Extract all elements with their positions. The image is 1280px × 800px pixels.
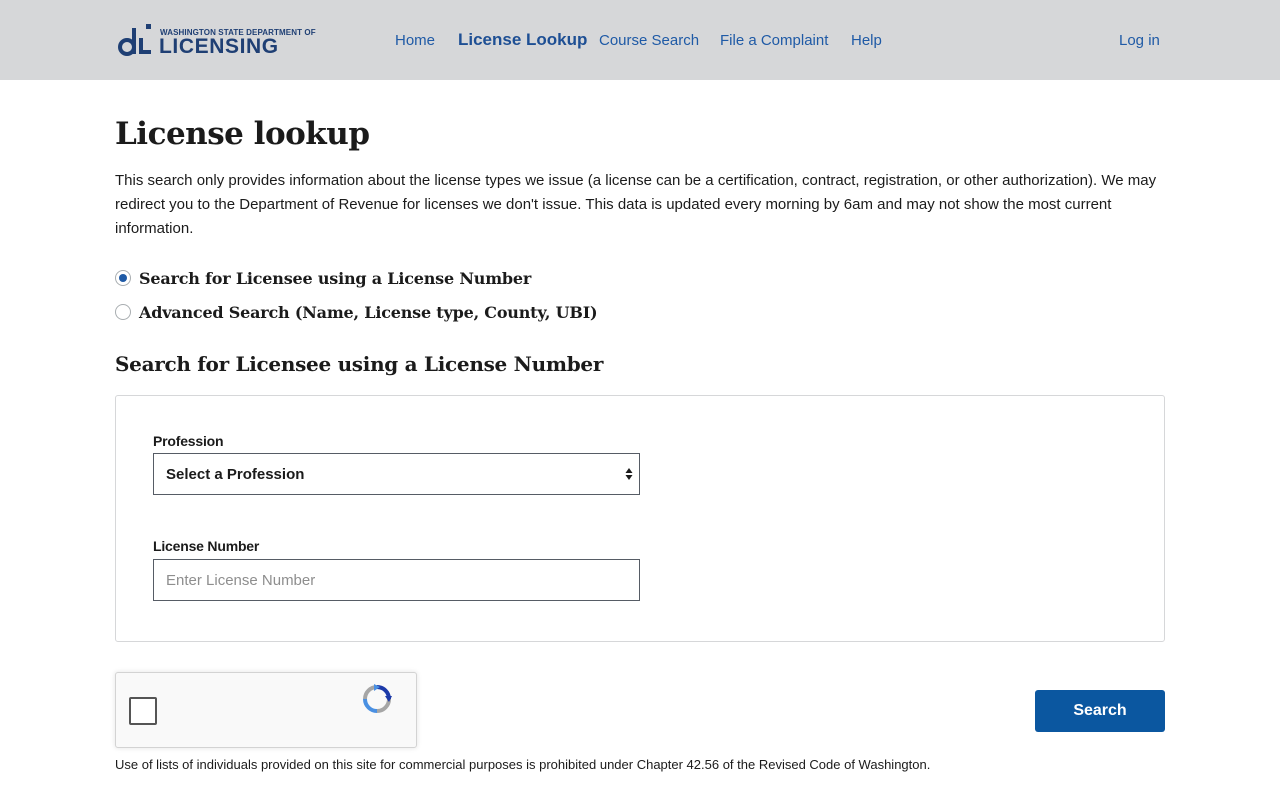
recaptcha-widget	[115, 672, 417, 748]
nav-complaint-wrap: File a Complaint	[720, 0, 828, 80]
radio-label-license-number: Search for Licensee using a License Numb…	[139, 268, 532, 288]
nav-license-lookup[interactable]: License Lookup	[458, 30, 587, 50]
nav-help[interactable]: Help	[851, 32, 882, 49]
nav-home[interactable]: Home	[395, 32, 435, 49]
profession-select-value: Select a Profession	[166, 466, 305, 483]
dol-logo[interactable]: WASHINGTON STATE DEPARTMENT OF LICENSING	[118, 22, 316, 58]
dol-logo-icon	[118, 24, 151, 56]
login-link[interactable]: Log in	[1119, 32, 1160, 49]
radio-advanced-search[interactable]	[115, 304, 131, 320]
recaptcha-icon	[363, 684, 392, 713]
radio-license-number[interactable]	[115, 270, 131, 286]
search-option-license-number[interactable]: Search for Licensee using a License Numb…	[115, 267, 531, 289]
select-arrows-icon	[625, 468, 633, 480]
logo-big-text: LICENSING	[159, 35, 279, 58]
nav-lookup-wrap: License Lookup	[458, 0, 587, 80]
commercial-use-notice: Use of lists of individuals provided on …	[115, 757, 931, 772]
search-option-advanced[interactable]: Advanced Search (Name, License type, Cou…	[115, 301, 598, 323]
search-form-panel: Profession Select a Profession License N…	[115, 395, 1165, 642]
profession-select[interactable]: Select a Profession	[153, 453, 640, 495]
search-button[interactable]: Search	[1035, 690, 1165, 732]
nav-home-wrap: Home	[395, 0, 435, 80]
license-number-input[interactable]	[153, 559, 640, 601]
site-header: WASHINGTON STATE DEPARTMENT OF LICENSING…	[0, 0, 1280, 80]
intro-text: This search only provides information ab…	[115, 172, 1157, 237]
nav-course-search[interactable]: Course Search	[599, 32, 699, 49]
license-number-label: License Number	[153, 538, 260, 554]
radio-label-advanced-search: Advanced Search (Name, License type, Cou…	[139, 302, 598, 322]
page-title: License lookup	[115, 116, 370, 152]
profession-label: Profession	[153, 433, 224, 449]
nav-help-wrap: Help	[851, 0, 882, 80]
section-title: Search for Licensee using a License Numb…	[115, 352, 604, 376]
nav-login-wrap: Log in	[1119, 0, 1160, 80]
nav-file-complaint[interactable]: File a Complaint	[720, 32, 828, 49]
nav-course-wrap: Course Search	[599, 0, 699, 80]
recaptcha-checkbox[interactable]	[129, 697, 157, 725]
